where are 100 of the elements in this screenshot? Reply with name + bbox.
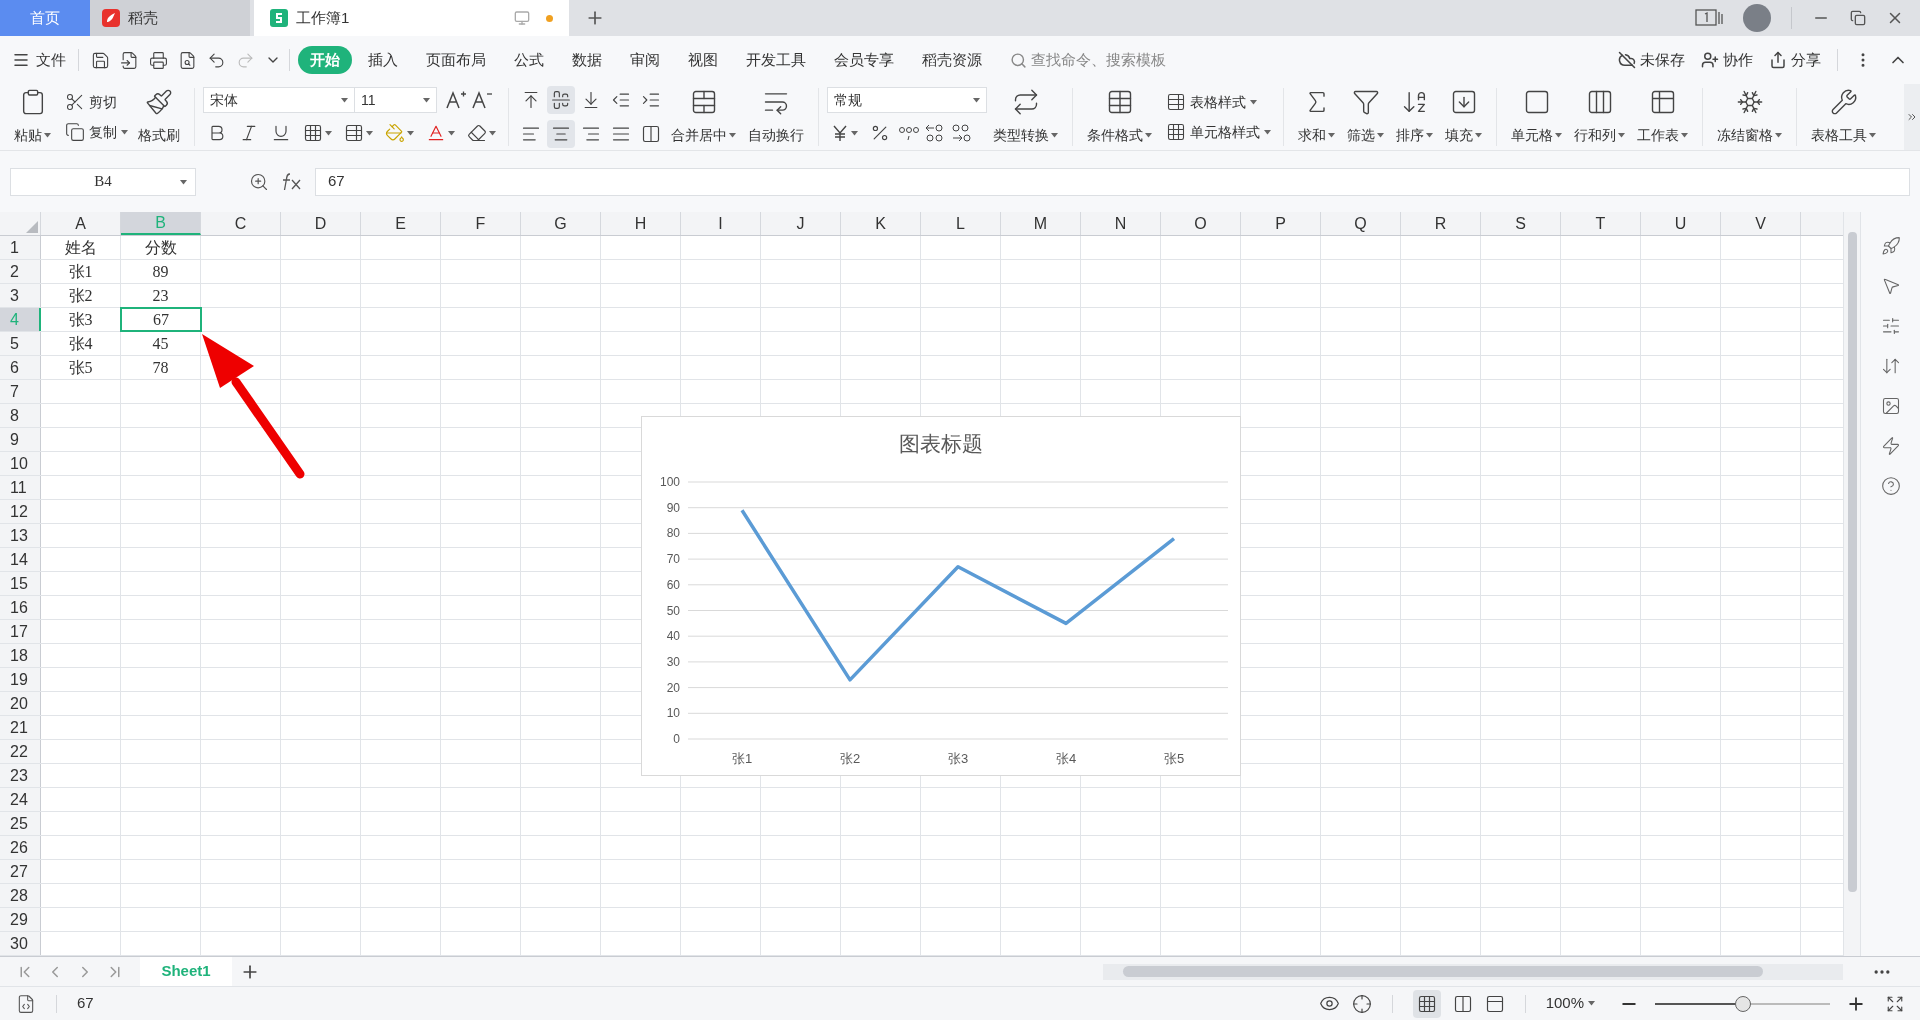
swap-icon[interactable] [1880,356,1901,376]
row-header[interactable]: 8 [0,404,41,427]
row-header[interactable]: 5 [0,332,41,355]
font-name-dropdown[interactable]: 宋体 [203,87,355,113]
align-middle-button[interactable] [547,86,575,114]
row-header[interactable]: 30 [0,932,41,955]
freeze-panes-button[interactable]: 冻结窗格 [1711,88,1788,146]
column-header[interactable]: J [761,212,841,235]
row-header[interactable]: 13 [0,524,41,547]
row-header[interactable]: 24 [0,788,41,811]
column-header[interactable]: D [281,212,361,235]
header-action-button[interactable]: 分享 [1769,48,1821,72]
column-header[interactable]: Q [1321,212,1401,235]
increase-font-icon[interactable] [445,89,467,111]
row-header[interactable]: 14 [0,548,41,571]
zoom-dropdown[interactable]: 100% [1545,992,1595,1015]
row-header[interactable]: 11 [0,476,41,499]
row-header[interactable]: 7 [0,380,41,403]
print-icon[interactable] [149,50,168,70]
app-tab[interactable]: 稻壳 [90,0,250,36]
formula-input-field[interactable]: 67 [315,167,1910,196]
column-header[interactable]: C [201,212,281,235]
column-header[interactable]: M [1001,212,1081,235]
command-search-field[interactable]: 查找命令、搜索模板 [1010,48,1210,72]
scrollbar-thumb[interactable] [1847,232,1857,892]
page-view-icon[interactable] [1484,993,1505,1014]
column-header[interactable]: I [681,212,761,235]
ribbon-tab[interactable]: 开发工具 [734,46,818,74]
merge-center-button[interactable]: 合并居中 [665,88,742,146]
column-header[interactable]: H [601,212,681,235]
horizontal-scrollbar[interactable] [1103,963,1843,980]
image-icon[interactable] [1880,396,1901,416]
name-box[interactable]: B4 [10,167,196,196]
cell-button[interactable]: 单元格 [1505,88,1568,146]
column-header[interactable]: N [1081,212,1161,235]
column-header[interactable]: O [1161,212,1241,235]
row-header[interactable]: 1 [0,236,41,259]
lightning-icon[interactable] [1880,436,1901,456]
row-header[interactable]: 17 [0,620,41,643]
sort-button[interactable]: 排序 [1390,88,1439,146]
column-header[interactable]: T [1561,212,1641,235]
ribbon-tab[interactable]: 审阅 [618,46,672,74]
ribbon-tab[interactable]: 会员专享 [822,46,906,74]
row-header[interactable]: 12 [0,500,41,523]
cell-style-button[interactable]: 单元格样式 [1162,119,1275,145]
row-header[interactable]: 3 [0,284,41,307]
cut-button[interactable]: 剪切 [61,89,132,115]
window-count-icon[interactable] [1695,9,1723,27]
column-header[interactable]: E [361,212,441,235]
format-painter-button[interactable]: 格式刷 [132,88,186,146]
row-header[interactable]: 2 [0,260,41,283]
ribbon-tab[interactable]: 插入 [356,46,410,74]
normal-view-icon[interactable] [1416,993,1437,1014]
column-header[interactable]: P [1241,212,1321,235]
number-format-dropdown[interactable]: 常规 [827,87,987,113]
fullscreen-icon[interactable] [1886,994,1904,1013]
row-header[interactable]: 26 [0,836,41,859]
sliders-icon[interactable] [1880,316,1901,336]
column-header[interactable]: K [841,212,921,235]
worksheet-button[interactable]: 工作表 [1631,88,1694,146]
decrease-decimal-icon[interactable] [950,123,972,143]
row-header[interactable]: 27 [0,860,41,883]
column-header[interactable]: G [521,212,601,235]
row-header[interactable]: 9 [0,428,41,451]
column-header[interactable]: V [1721,212,1801,235]
row-header[interactable]: 28 [0,884,41,907]
scrollbar-thumb[interactable] [1123,966,1763,977]
wrap-text-button[interactable]: 自动换行 [742,88,810,146]
decrease-font-icon[interactable] [471,89,493,111]
conditional-format-button[interactable]: 条件格式 [1081,88,1158,146]
increase-decimal-icon[interactable] [924,123,946,143]
app-tab[interactable]: 工作簿1 [254,0,569,36]
column-header[interactable]: U [1641,212,1721,235]
table-style-button[interactable]: 表格样式 [1162,89,1275,115]
filter-button[interactable]: 筛选 [1341,88,1390,146]
restore-icon[interactable] [1850,10,1866,26]
crosshair-icon[interactable] [1351,993,1372,1014]
zoom-slider-thumb[interactable] [1734,995,1751,1012]
thousands-separator-icon[interactable] [898,124,920,142]
type-convert-button[interactable]: 类型转换 [987,88,1064,146]
row-header[interactable]: 16 [0,596,41,619]
print-preview-icon[interactable] [178,50,197,70]
row-header[interactable]: 21 [0,716,41,739]
save-icon[interactable] [91,50,110,70]
header-action-button[interactable]: 未保存 [1618,48,1685,72]
file-menu-button[interactable]: 文件 [12,48,66,72]
rows-columns-button[interactable]: 行和列 [1568,88,1631,146]
rocket-icon[interactable] [1880,236,1901,256]
paste-button[interactable]: 粘贴 [8,88,57,146]
row-header[interactable]: 29 [0,908,41,931]
column-header[interactable]: R [1401,212,1481,235]
column-header[interactable]: F [441,212,521,235]
help-icon[interactable] [1880,476,1901,496]
function-icon[interactable] [281,171,303,192]
column-header[interactable]: S [1481,212,1561,235]
sum-button[interactable]: 求和 [1292,88,1341,146]
row-header[interactable]: 15 [0,572,41,595]
avatar[interactable] [1743,4,1771,32]
row-header[interactable]: 23 [0,764,41,787]
ribbon-tab[interactable]: 页面布局 [414,46,498,74]
